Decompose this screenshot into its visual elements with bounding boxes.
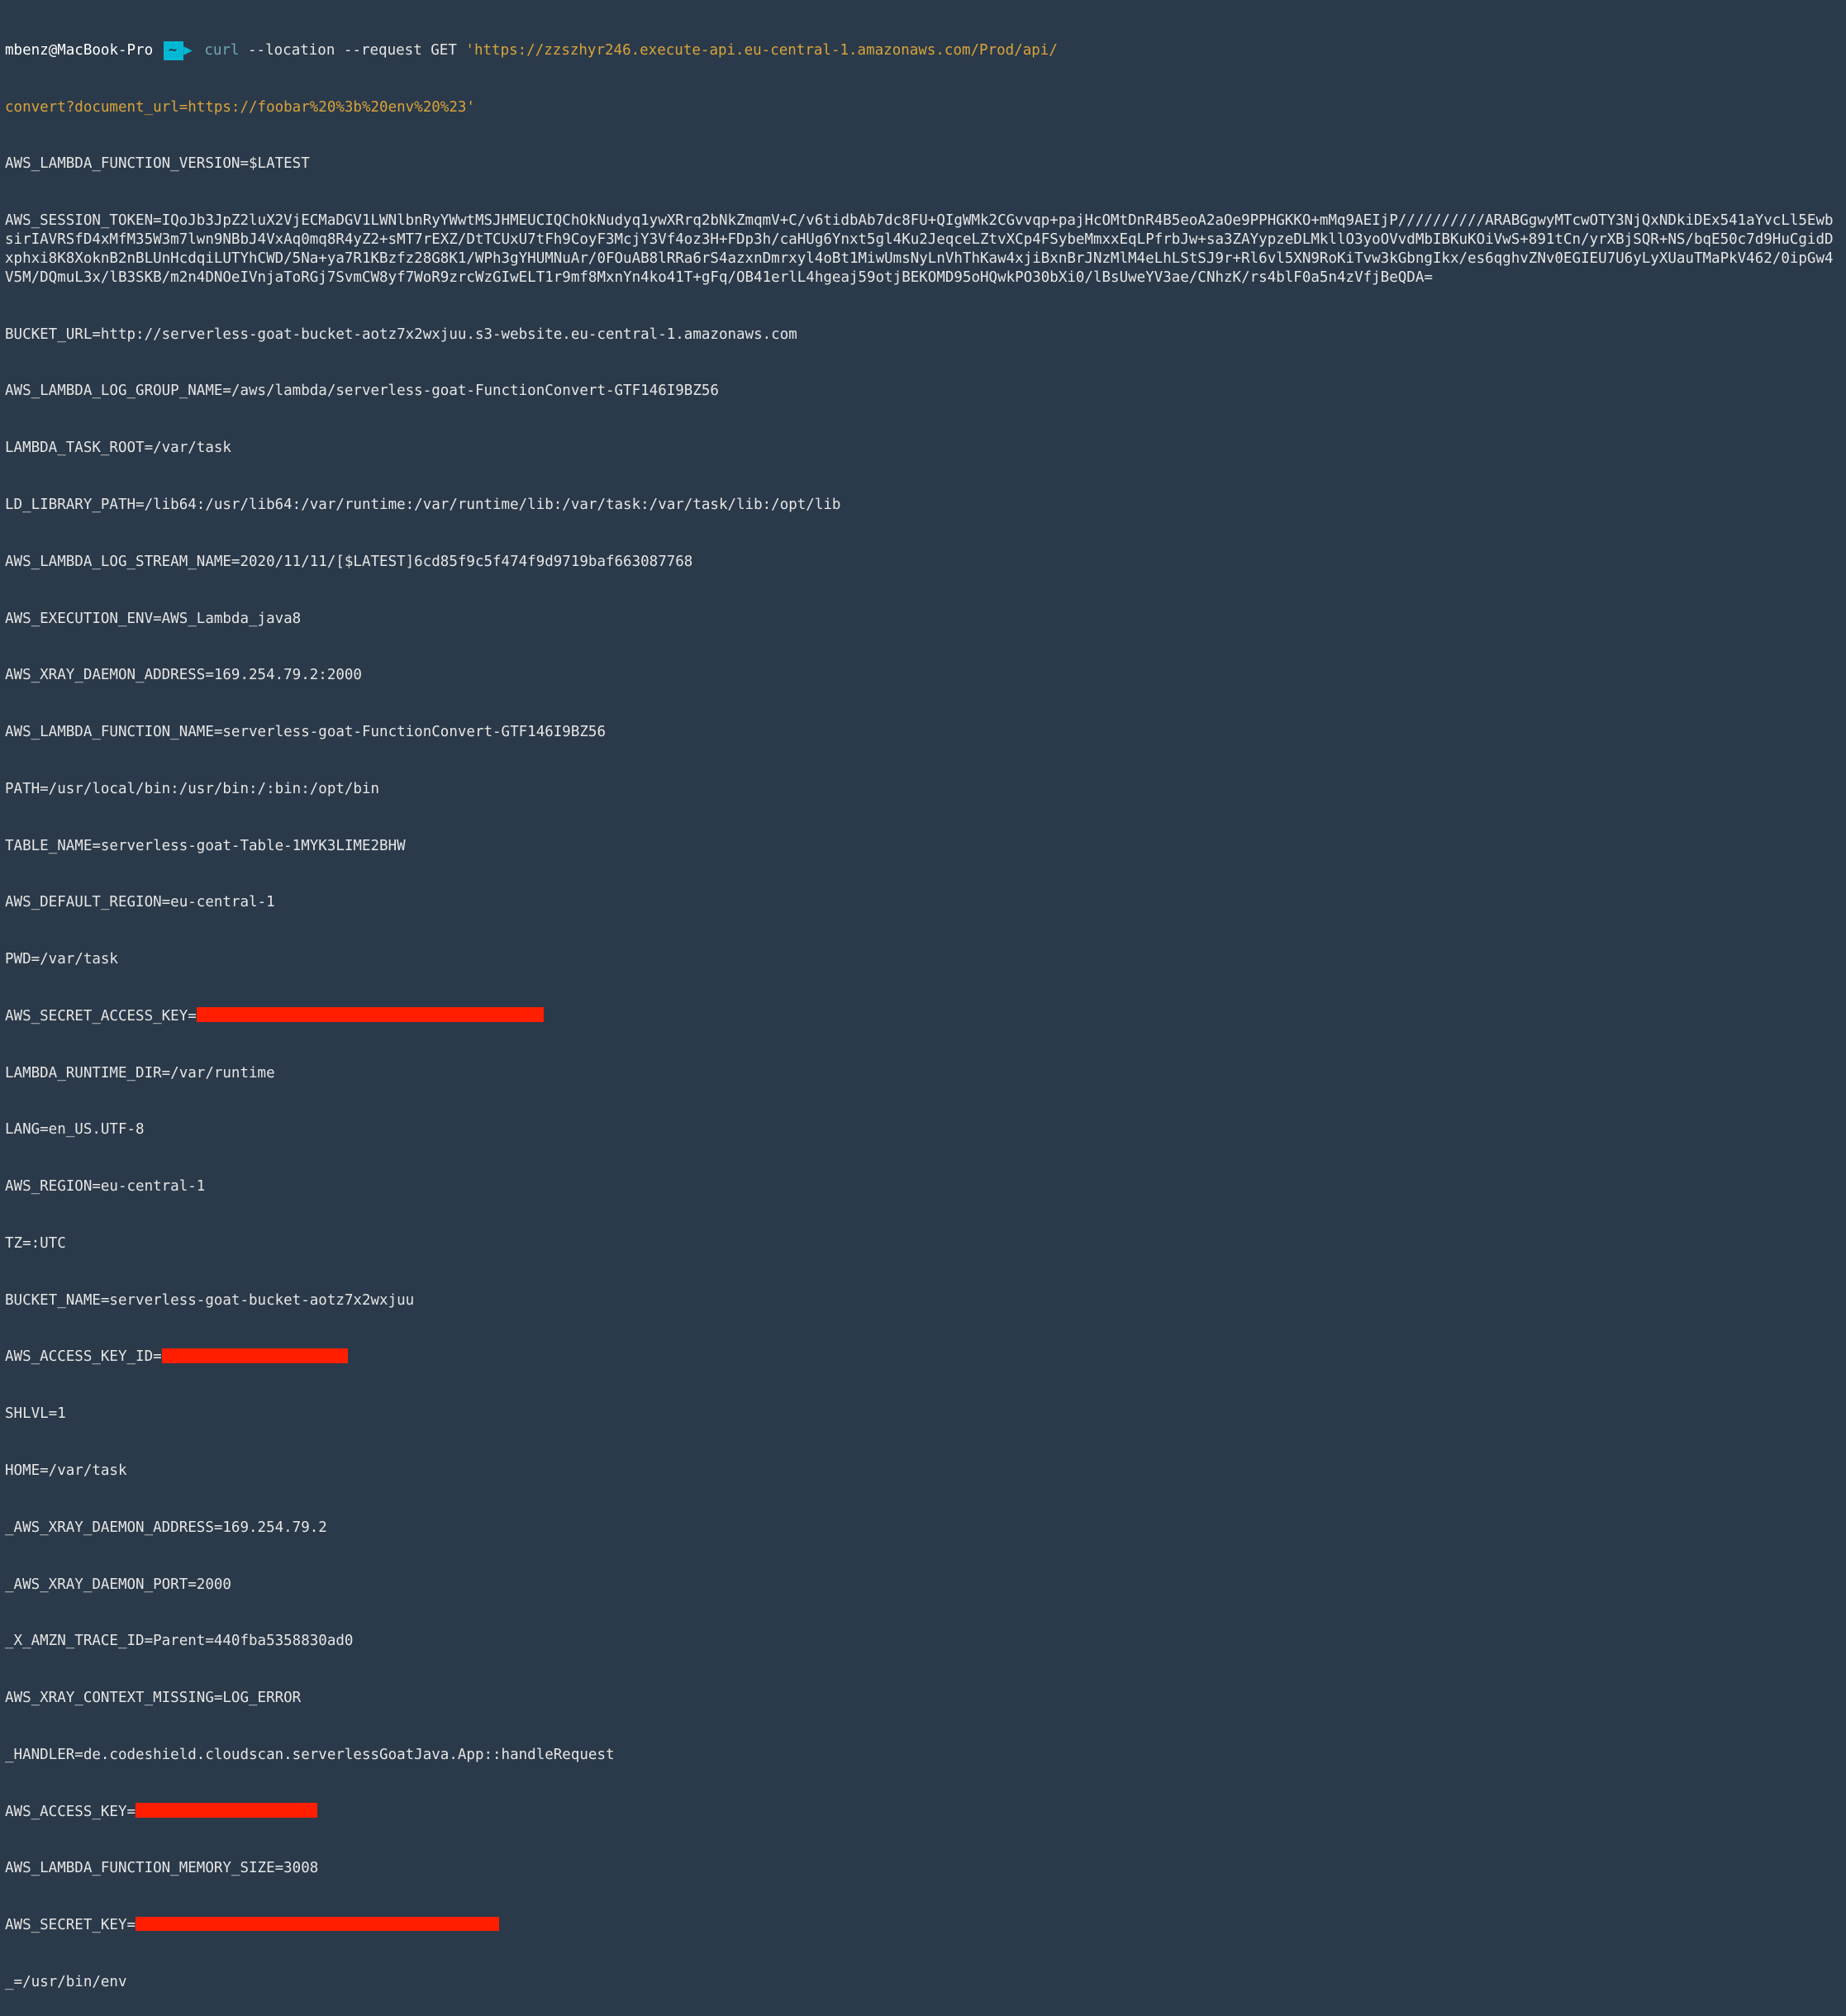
env-line: AWS_LAMBDA_LOG_GROUP_NAME=/aws/lambda/se…	[5, 382, 1841, 401]
command-url-open-quote: '	[465, 42, 474, 59]
command-curl: curl	[204, 42, 239, 59]
prompt-line-2: convert?document_url=https://foobar%20%3…	[5, 98, 1841, 117]
env-line: AWS_REGION=eu-central-1	[5, 1177, 1841, 1196]
command-url-close-quote: '	[466, 99, 475, 116]
env-line: AWS_DEFAULT_REGION=eu-central-1	[5, 893, 1841, 912]
env-line: TZ=:UTC	[5, 1234, 1841, 1253]
env-line: _AWS_XRAY_DAEMON_PORT=2000	[5, 1576, 1841, 1595]
env-line: AWS_LAMBDA_LOG_STREAM_NAME=2020/11/11/[$…	[5, 553, 1841, 572]
prompt-arrow-icon: ~	[164, 41, 184, 60]
prompt-line[interactable]: mbenz@MacBook-Pro ~▶ curl --location --r…	[5, 41, 1841, 60]
env-line-secret-key: AWS_SECRET_KEY=	[5, 1916, 1841, 1935]
env-line: LAMBDA_TASK_ROOT=/var/task	[5, 439, 1841, 458]
env-line: AWS_EXECUTION_ENV=AWS_Lambda_java8	[5, 610, 1841, 629]
env-line: BUCKET_NAME=serverless-goat-bucket-aotz7…	[5, 1291, 1841, 1310]
redacted-bar	[197, 1007, 544, 1022]
redacted-bar	[136, 1803, 317, 1818]
env-line: LAMBDA_RUNTIME_DIR=/var/runtime	[5, 1064, 1841, 1083]
env-line: _HANDLER=de.codeshield.cloudscan.serverl…	[5, 1746, 1841, 1765]
env-line: BUCKET_URL=http://serverless-goat-bucket…	[5, 326, 1841, 345]
prompt-user: mbenz@MacBook-Pro	[5, 42, 153, 59]
redacted-bar	[136, 1917, 499, 1932]
env-line: HOME=/var/task	[5, 1462, 1841, 1481]
env-line: AWS_SESSION_TOKEN=IQoJb3JpZ2luX2VjECMaDG…	[5, 212, 1841, 288]
command-url-part1: https://zzszhyr246.execute-api.eu-centra…	[474, 42, 1058, 59]
env-line: AWS_XRAY_DAEMON_ADDRESS=169.254.79.2:200…	[5, 666, 1841, 685]
prompt-arrow-tail-icon: ▶	[183, 41, 193, 60]
env-line: AWS_LAMBDA_FUNCTION_NAME=serverless-goat…	[5, 723, 1841, 742]
env-line: TABLE_NAME=serverless-goat-Table-1MYK3LI…	[5, 837, 1841, 856]
env-line: AWS_LAMBDA_FUNCTION_MEMORY_SIZE=3008	[5, 1859, 1841, 1878]
redacted-bar	[162, 1348, 348, 1363]
env-line: PATH=/usr/local/bin:/usr/bin:/:bin:/opt/…	[5, 780, 1841, 799]
env-line: LANG=en_US.UTF-8	[5, 1120, 1841, 1139]
env-line: _AWS_XRAY_DAEMON_ADDRESS=169.254.79.2	[5, 1519, 1841, 1538]
env-line: PWD=/var/task	[5, 950, 1841, 969]
env-line: AWS_XRAY_CONTEXT_MISSING=LOG_ERROR	[5, 1689, 1841, 1708]
terminal-window[interactable]: mbenz@MacBook-Pro ~▶ curl --location --r…	[0, 0, 1846, 2016]
env-line: _=/usr/bin/env	[5, 1973, 1841, 1992]
env-line: _X_AMZN_TRACE_ID=Parent=440fba5358830ad0	[5, 1632, 1841, 1651]
env-line-access-key-id: AWS_ACCESS_KEY_ID=	[5, 1348, 1841, 1367]
env-line-access-key: AWS_ACCESS_KEY=	[5, 1803, 1841, 1822]
env-line: LD_LIBRARY_PATH=/lib64:/usr/lib64:/var/r…	[5, 496, 1841, 515]
env-line-secret-access-key: AWS_SECRET_ACCESS_KEY=	[5, 1007, 1841, 1026]
env-line: SHLVL=1	[5, 1405, 1841, 1424]
command-flags: --location --request GET	[239, 42, 465, 59]
command-url-part2: convert?document_url=https://foobar%20%3…	[5, 99, 466, 116]
env-line: AWS_LAMBDA_FUNCTION_VERSION=$LATEST	[5, 155, 1841, 174]
